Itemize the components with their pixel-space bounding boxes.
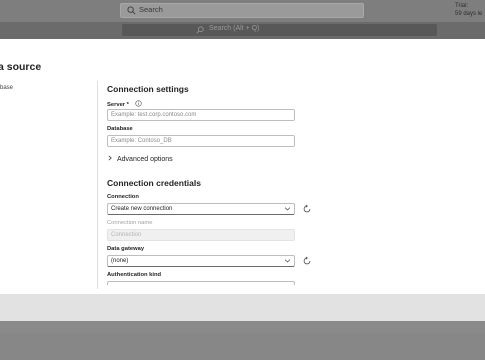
command-search-text: Search (Alt + Q) [209, 25, 260, 32]
authentication-kind-label: Authentication kind [107, 272, 162, 278]
background-area [0, 333, 485, 360]
refresh-icon[interactable] [302, 204, 312, 214]
chevron-down-icon [284, 259, 291, 263]
dialog-footer [0, 294, 485, 321]
trial-days: 59 days le [455, 11, 483, 17]
connection-select-value: Create new connection [111, 206, 173, 212]
data-gateway-select-value: (none) [111, 258, 129, 264]
data-gateway-label: Data gateway [107, 246, 145, 252]
background-strip [0, 321, 485, 333]
connection-settings-heading: Connection settings [107, 84, 189, 94]
global-search-placeholder: Search [139, 5, 163, 14]
vertical-divider [97, 81, 98, 289]
chevron-down-icon [284, 207, 291, 211]
connection-label: Connection [107, 194, 139, 200]
authentication-kind-select[interactable] [107, 281, 295, 285]
server-label-text: Server * [107, 102, 129, 108]
top-bar: Search Trial: 59 days le [0, 0, 485, 22]
data-gateway-select[interactable]: (none) [107, 255, 295, 267]
connection-select[interactable]: Create new connection [107, 203, 295, 215]
trial-status: Trial: 59 days le [455, 2, 482, 18]
global-search-input[interactable]: Search [120, 3, 364, 18]
trial-label: Trial: [455, 3, 469, 9]
nav-item-database[interactable]: base [0, 85, 13, 91]
refresh-icon[interactable] [302, 256, 312, 266]
dialog-title: a source [0, 61, 42, 73]
command-search-input[interactable]: Search (Alt + Q) [122, 24, 437, 36]
connection-name-label: Connection name [107, 220, 153, 226]
advanced-options-toggle[interactable]: Advanced options [107, 155, 173, 163]
database-label: Database [107, 126, 133, 132]
database-field[interactable]: Example: Contoso_DB [107, 135, 295, 147]
connection-credentials-heading: Connection credentials [107, 178, 201, 188]
chevron-right-icon [108, 155, 112, 161]
data-source-dialog: a source base Connection settings Server… [0, 39, 485, 294]
connection-name-field: Connection [107, 229, 295, 241]
info-icon[interactable] [134, 100, 142, 107]
search-icon [127, 6, 136, 15]
server-field[interactable]: Example: test.corp.contoso.com [107, 109, 295, 121]
server-label: Server * [107, 100, 142, 108]
command-bar: Search (Alt + Q) [0, 22, 485, 39]
search-icon [196, 26, 204, 34]
advanced-options-label: Advanced options [117, 156, 173, 163]
